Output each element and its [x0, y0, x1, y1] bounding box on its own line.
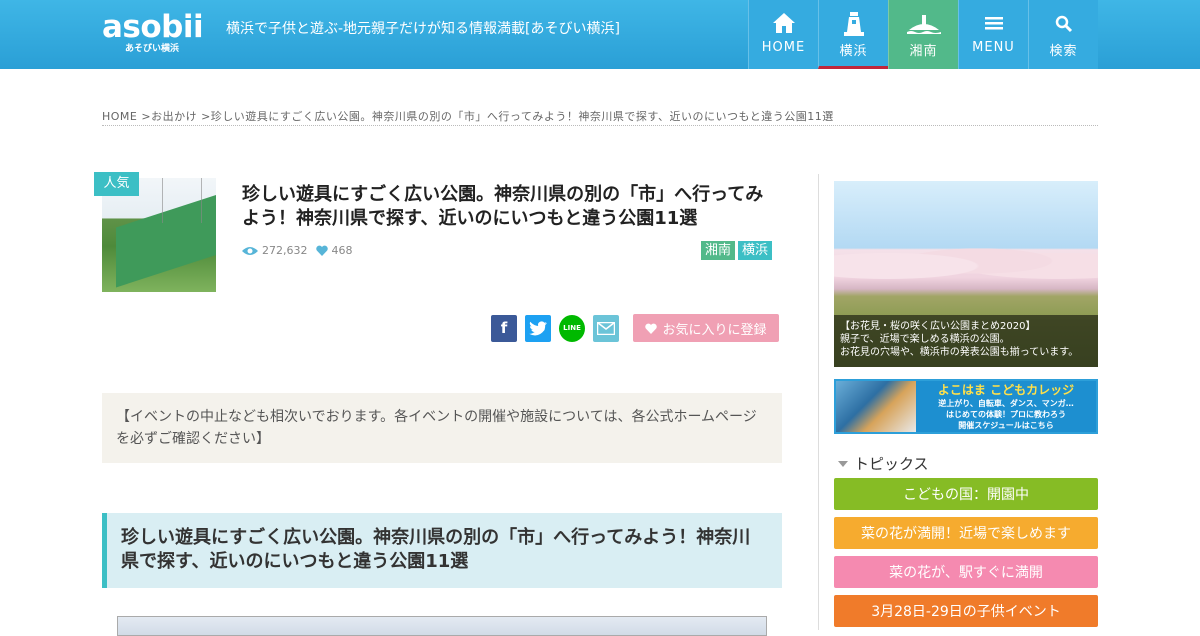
- search-icon: [1029, 12, 1098, 38]
- caption-line: 【お花見・桜の咲く広い公園まとめ2020】: [840, 321, 1036, 332]
- kodomo-college-banner[interactable]: よこはま こどもカレッジ 逆上がり、自転車、ダンス、マンガ… はじめての体験！プ…: [834, 379, 1098, 434]
- tag-shonan[interactable]: 湘南: [701, 241, 736, 260]
- nav-yokohama[interactable]: 横浜: [818, 0, 888, 69]
- heart-icon: [315, 245, 328, 256]
- banner-line: はじめての体験！プロに教わろう: [946, 410, 1066, 419]
- nav-search[interactable]: 検索: [1028, 0, 1098, 69]
- views-value: 272,632: [262, 244, 308, 257]
- topic-link[interactable]: こどもの国：開園中: [834, 478, 1098, 510]
- favorite-label: お気に入りに登録: [662, 322, 767, 338]
- topic-link[interactable]: 菜の花が、駅すぐに満開: [834, 556, 1098, 588]
- island-icon: [889, 12, 958, 38]
- kodomo-college-photo: [836, 381, 916, 432]
- twitter-icon: [529, 320, 547, 335]
- nav-menu[interactable]: MENU: [958, 0, 1028, 69]
- hanami-banner-caption: 【お花見・桜の咲く広い公園まとめ2020】 親子で、近場で楽しめる横浜の公園。 …: [834, 315, 1098, 367]
- cherry-trees-image: [834, 236, 1098, 286]
- sidebar-divider: [818, 174, 819, 630]
- article-main-image: [117, 616, 767, 636]
- logo-text: asobii: [102, 9, 204, 45]
- section-heading: 珍しい遊具にすごく広い公園。神奈川県の別の「市」へ行ってみよう！神奈川県で探す、…: [102, 513, 782, 588]
- menu-icon: [959, 12, 1028, 38]
- topic-link[interactable]: 菜の花が満開！近場で楽しめます: [834, 517, 1098, 549]
- facebook-share-button[interactable]: f: [491, 314, 517, 342]
- article-title: 珍しい遊具にすごく広い公園。神奈川県の別の「市」へ行ってみよう！神奈川県で探す、…: [242, 184, 764, 229]
- nav-shonan[interactable]: 湘南: [888, 0, 958, 69]
- nav-yokohama-label: 横浜: [839, 44, 868, 59]
- lighthouse-icon: [819, 12, 888, 38]
- share-bar: f LINE お気に入りに登録: [491, 314, 779, 342]
- site-logo[interactable]: asobii あそびい横浜: [102, 10, 207, 60]
- likes-count: 468: [315, 244, 353, 257]
- caret-down-icon: [838, 460, 848, 467]
- mail-icon: [597, 321, 615, 335]
- line-share-button[interactable]: LINE: [559, 314, 585, 342]
- event-notice: 【イベントの中止なども相次いでおります。各イベントの開催や施設については、各公式…: [102, 393, 782, 463]
- caption-line: 親子で、近場で楽しめる横浜の公園。: [840, 334, 1010, 345]
- nav-shonan-label: 湘南: [909, 44, 938, 59]
- tag-yokohama[interactable]: 横浜: [738, 241, 773, 260]
- twitter-share-button[interactable]: [525, 314, 551, 342]
- article-stats: 272,632 468: [242, 244, 353, 257]
- views-count: 272,632: [242, 244, 308, 257]
- logo-subtext: あそびい横浜: [124, 44, 179, 54]
- nav-home[interactable]: HOME: [748, 0, 818, 69]
- likes-value: 468: [331, 244, 353, 257]
- nav-home-label: HOME: [761, 40, 806, 55]
- banner-title: よこはま こどもカレッジ: [937, 383, 1075, 397]
- article-tags: 湘南 横浜: [701, 241, 773, 260]
- nav-search-label: 検索: [1049, 44, 1078, 59]
- heart-icon: [645, 323, 658, 334]
- tree-image-shape: [162, 178, 202, 223]
- nav-menu-label: MENU: [972, 40, 1015, 55]
- banner-line: 開催スケジュールはこちら: [958, 421, 1054, 430]
- caption-line: お花見の穴場や、横浜市の発表公園も揃っています。: [840, 347, 1079, 358]
- popular-badge: 人気: [94, 172, 139, 196]
- topic-link[interactable]: 3月28日-29日の子供イベント: [834, 595, 1098, 627]
- mail-share-button[interactable]: [593, 314, 619, 342]
- breadcrumb[interactable]: HOME >お出かけ >珍しい遊具にすごく広い公園。神奈川県の別の「市」へ行って…: [102, 108, 1098, 126]
- topics-heading: トピックス: [838, 453, 929, 474]
- banner-line: 逆上がり、自転車、ダンス、マンガ…: [938, 399, 1074, 408]
- kodomo-college-text: よこはま こどもカレッジ 逆上がり、自転車、ダンス、マンガ… はじめての体験！プ…: [916, 381, 1096, 432]
- topics-label: トピックス: [854, 455, 929, 473]
- site-tagline: 横浜で子供と遊ぶ-地元親子だけが知る情報満載[あそびい横浜]: [226, 21, 620, 37]
- eye-icon: [242, 246, 258, 255]
- add-favorite-button[interactable]: お気に入りに登録: [633, 314, 779, 342]
- facebook-icon: f: [500, 319, 508, 337]
- site-header: asobii あそびい横浜 横浜で子供と遊ぶ-地元親子だけが知る情報満載[あそび…: [0, 0, 1200, 69]
- hanami-banner[interactable]: 【お花見・桜の咲く広い公園まとめ2020】 親子で、近場で楽しめる横浜の公園。 …: [834, 181, 1098, 367]
- main-nav: HOME 横浜 湘南 MENU 検索: [748, 0, 1098, 69]
- home-icon: [749, 12, 818, 38]
- line-icon: LINE: [563, 324, 581, 332]
